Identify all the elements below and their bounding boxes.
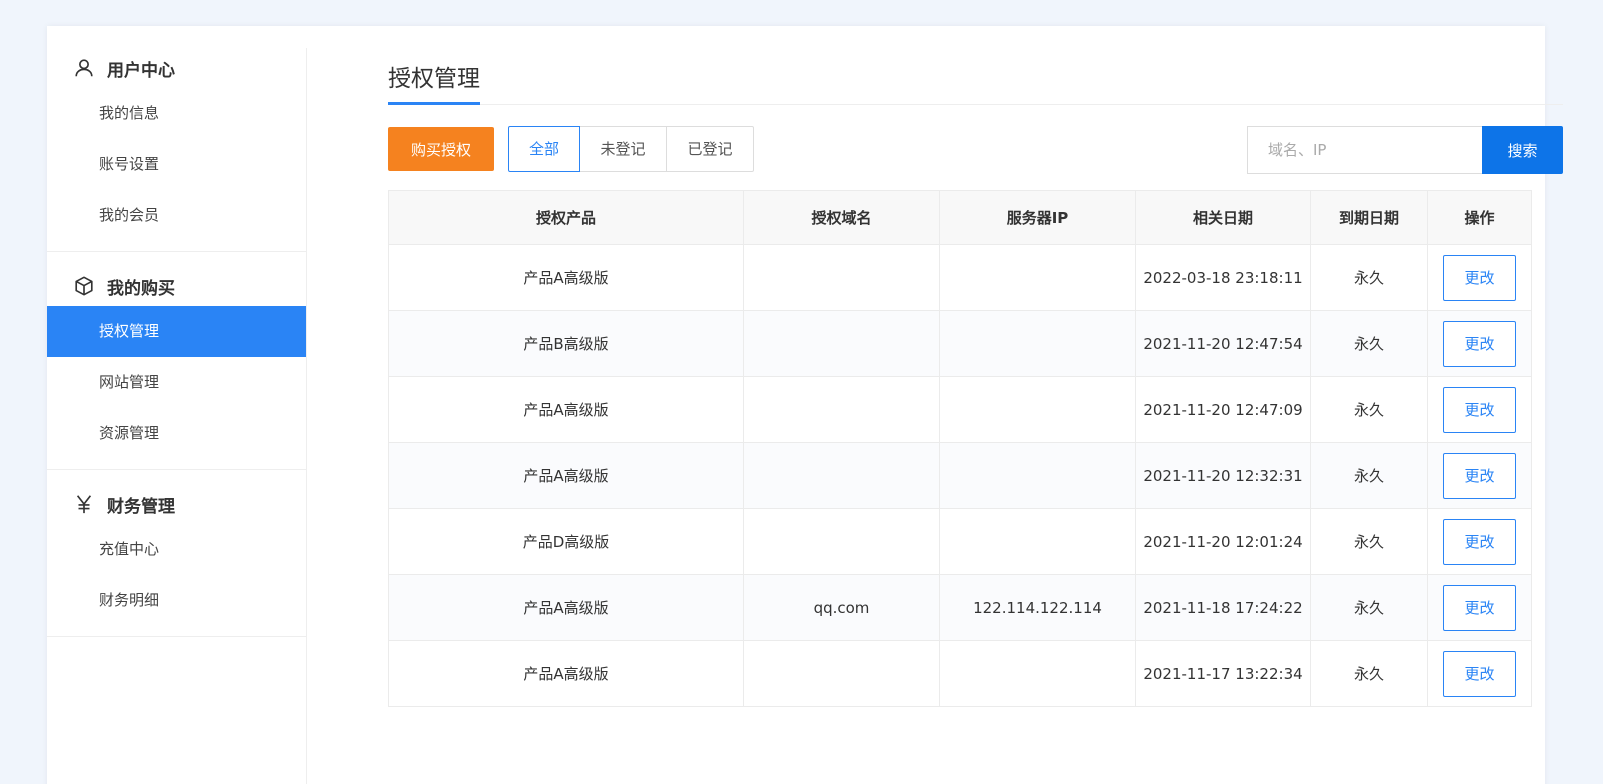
table-row: 产品D高级版 2021-11-20 12:01:24 永久 更改 (388, 508, 1532, 575)
filter-registered[interactable]: 已登记 (666, 126, 754, 172)
cell-expire: 永久 (1310, 244, 1428, 311)
filter-tabs: 全部 未登记 已登记 (508, 126, 754, 172)
search-button[interactable]: 搜索 (1482, 126, 1563, 174)
cell-domain (743, 376, 940, 443)
table-header-row: 授权产品 授权域名 服务器IP 相关日期 到期日期 操作 (388, 190, 1532, 245)
cell-server-ip (939, 244, 1136, 311)
cell-domain (743, 442, 940, 509)
search-bar: 搜索 (1247, 126, 1563, 174)
edit-button[interactable]: 更改 (1443, 320, 1516, 367)
edit-button[interactable]: 更改 (1443, 650, 1516, 697)
cell-domain: qq.com (743, 574, 940, 641)
user-icon (73, 57, 95, 79)
cell-date: 2021-11-18 17:24:22 (1135, 574, 1311, 641)
cell-action: 更改 (1427, 574, 1532, 641)
sidebar-group-title: 我的购买 (47, 266, 306, 306)
column-header-product: 授权产品 (388, 190, 744, 245)
cell-date: 2022-03-18 23:18:11 (1135, 244, 1311, 311)
cell-domain (743, 640, 940, 707)
table-row: 产品A高级版 2021-11-20 12:47:09 永久 更改 (388, 376, 1532, 443)
column-header-domain: 授权域名 (743, 190, 940, 245)
edit-button[interactable]: 更改 (1443, 584, 1516, 631)
main-content: 授权管理 购买授权 全部 未登记 已登记 搜索 (348, 26, 1563, 784)
cell-product: 产品B高级版 (388, 310, 744, 377)
sidebar-group-title: 用户中心 (47, 48, 306, 88)
cell-domain (743, 310, 940, 377)
table-row: 产品A高级版 2021-11-17 13:22:34 永久 更改 (388, 640, 1532, 707)
cell-domain (743, 508, 940, 575)
sidebar-group-finance: 财务管理 充值中心 财务明细 (47, 484, 306, 637)
buy-license-button[interactable]: 购买授权 (388, 127, 494, 171)
column-header-server-ip: 服务器IP (939, 190, 1136, 245)
page-title: 授权管理 (388, 58, 480, 105)
cell-date: 2021-11-20 12:01:24 (1135, 508, 1311, 575)
cell-date: 2021-11-17 13:22:34 (1135, 640, 1311, 707)
sidebar-group-user: 用户中心 我的信息 账号设置 我的会员 (47, 48, 306, 252)
content-card: 用户中心 我的信息 账号设置 我的会员 我的购买 授权管理 网站管理 资源管理 … (47, 26, 1563, 784)
cell-domain (743, 244, 940, 311)
sidebar-item-my-info[interactable]: 我的信息 (47, 88, 306, 139)
cell-action: 更改 (1427, 244, 1532, 311)
sidebar-group-label: 用户中心 (107, 60, 175, 81)
edit-button[interactable]: 更改 (1443, 518, 1516, 565)
cell-server-ip (939, 376, 1136, 443)
table-row: 产品A高级版 2022-03-18 23:18:11 永久 更改 (388, 244, 1532, 311)
cell-expire: 永久 (1310, 442, 1428, 509)
cell-product: 产品A高级版 (388, 640, 744, 707)
cell-server-ip: 122.114.122.114 (939, 574, 1136, 641)
cell-product: 产品A高级版 (388, 574, 744, 641)
cell-date: 2021-11-20 12:47:54 (1135, 310, 1311, 377)
sidebar-item-site-management[interactable]: 网站管理 (47, 357, 306, 408)
cell-server-ip (939, 442, 1136, 509)
cell-product: 产品D高级版 (388, 508, 744, 575)
sidebar-item-recharge[interactable]: 充值中心 (47, 524, 306, 575)
cell-action: 更改 (1427, 508, 1532, 575)
cell-action: 更改 (1427, 310, 1532, 377)
column-header-action: 操作 (1427, 190, 1532, 245)
sidebar: 用户中心 我的信息 账号设置 我的会员 我的购买 授权管理 网站管理 资源管理 … (47, 48, 307, 784)
cell-expire: 永久 (1310, 508, 1428, 575)
table-row: 产品B高级版 2021-11-20 12:47:54 永久 更改 (388, 310, 1532, 377)
search-input[interactable] (1247, 126, 1482, 174)
cell-server-ip (939, 508, 1136, 575)
filter-unregistered[interactable]: 未登记 (579, 126, 667, 172)
sidebar-group-label: 我的购买 (107, 278, 175, 299)
cell-expire: 永久 (1310, 640, 1428, 707)
sidebar-item-resource-management[interactable]: 资源管理 (47, 408, 306, 459)
column-header-date: 相关日期 (1135, 190, 1311, 245)
sidebar-item-license-management[interactable]: 授权管理 (47, 306, 306, 357)
cell-action: 更改 (1427, 442, 1532, 509)
page-header: 授权管理 (388, 58, 1563, 105)
sidebar-item-my-membership[interactable]: 我的会员 (47, 190, 306, 241)
cell-product: 产品A高级版 (388, 376, 744, 443)
cell-expire: 永久 (1310, 574, 1428, 641)
cell-server-ip (939, 640, 1136, 707)
edit-button[interactable]: 更改 (1443, 254, 1516, 301)
cell-action: 更改 (1427, 376, 1532, 443)
table-row: 产品A高级版 qq.com 122.114.122.114 2021-11-18… (388, 574, 1532, 641)
cell-product: 产品A高级版 (388, 442, 744, 509)
sidebar-item-account-settings[interactable]: 账号设置 (47, 139, 306, 190)
cell-date: 2021-11-20 12:47:09 (1135, 376, 1311, 443)
cell-expire: 永久 (1310, 310, 1428, 377)
sidebar-group-label: 财务管理 (107, 496, 175, 517)
sidebar-item-finance-details[interactable]: 财务明细 (47, 575, 306, 626)
cell-date: 2021-11-20 12:32:31 (1135, 442, 1311, 509)
cell-server-ip (939, 310, 1136, 377)
column-header-expire: 到期日期 (1310, 190, 1428, 245)
toolbar: 购买授权 全部 未登记 已登记 搜索 (388, 126, 1563, 174)
sidebar-group-purchase: 我的购买 授权管理 网站管理 资源管理 (47, 266, 306, 470)
cell-product: 产品A高级版 (388, 244, 744, 311)
sidebar-group-title: 财务管理 (47, 484, 306, 524)
edit-button[interactable]: 更改 (1443, 386, 1516, 433)
cell-expire: 永久 (1310, 376, 1428, 443)
filter-all[interactable]: 全部 (508, 126, 580, 172)
box-icon (73, 275, 95, 297)
yen-icon (73, 493, 95, 515)
edit-button[interactable]: 更改 (1443, 452, 1516, 499)
table-row: 产品A高级版 2021-11-20 12:32:31 永久 更改 (388, 442, 1532, 509)
license-table: 授权产品 授权域名 服务器IP 相关日期 到期日期 操作 产品A高级版 2022… (388, 190, 1532, 707)
cell-action: 更改 (1427, 640, 1532, 707)
